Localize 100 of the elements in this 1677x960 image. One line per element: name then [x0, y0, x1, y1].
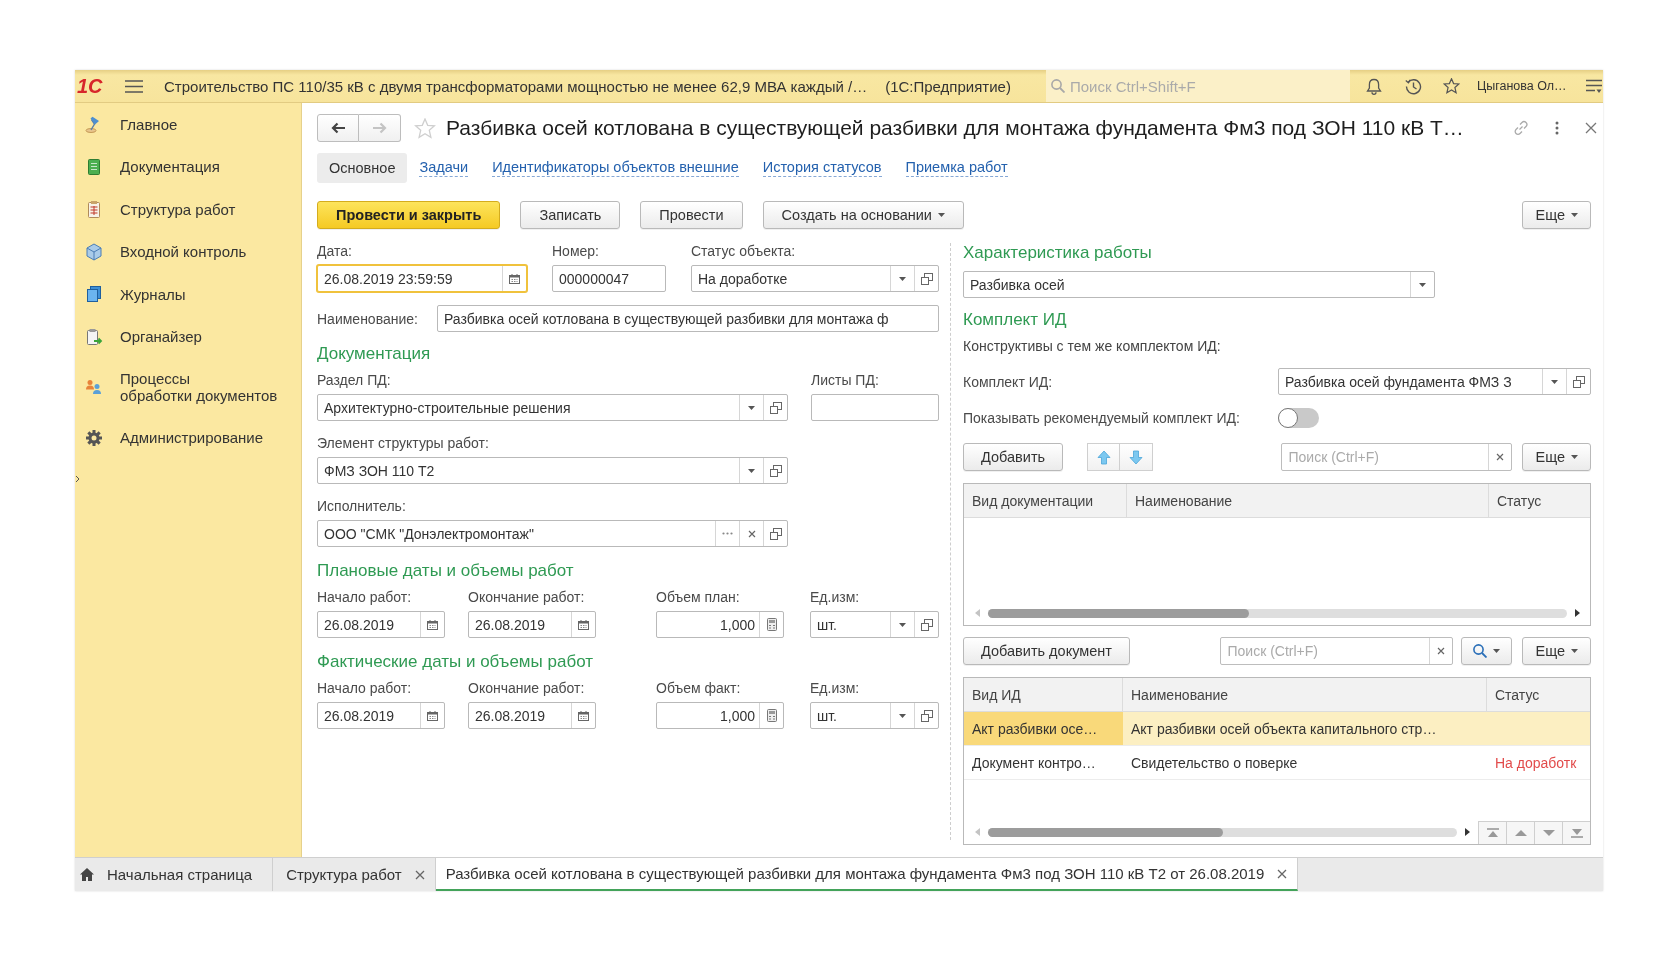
calendar-icon: [509, 273, 520, 284]
logo: 1С: [76, 73, 104, 99]
more-button[interactable]: Еще: [1522, 201, 1591, 229]
left-triangle-icon: [975, 828, 980, 836]
add-button[interactable]: Добавить: [963, 443, 1064, 471]
chevron-icon[interactable]: [75, 475, 80, 483]
date-field[interactable]: 26.08.2019: [317, 611, 445, 638]
sidebar-item[interactable]: Процессы обработки документов: [75, 358, 301, 417]
command-button[interactable]: Провести: [640, 201, 743, 229]
text-field[interactable]: Разбивка осей котлована в существующей разбивки для монтажа ф: [437, 305, 939, 332]
dropdown-field[interactable]: шт.: [810, 702, 939, 729]
caret-icon: [1493, 649, 1501, 653]
section-heading: Документация: [317, 344, 432, 364]
window-tab[interactable]: Начальная страница: [75, 858, 274, 891]
field-label: Элемент структуры работ:: [317, 435, 490, 451]
bell-icon[interactable]: [1366, 77, 1382, 95]
field-label: Статус объекта:: [691, 243, 797, 259]
close-icon[interactable]: [1585, 122, 1597, 134]
table-row[interactable]: Акт разбивки осе… Акт разбивки осей объекта капитального стр…: [964, 712, 1590, 746]
table-cell-text: Свидетельство о поверке: [1130, 753, 1299, 773]
text-field[interactable]: [811, 394, 939, 421]
sidebar-item[interactable]: Журналы: [75, 273, 301, 316]
menu-icon[interactable]: [125, 79, 143, 93]
dropdown-field[interactable]: шт.: [810, 611, 939, 638]
history-icon[interactable]: [1405, 77, 1422, 95]
date-field[interactable]: 26.08.2019: [468, 702, 596, 729]
calendar-icon: [427, 710, 438, 721]
field-label: Комплект ИД:: [963, 373, 1054, 390]
overlapping-squares-icon: [920, 618, 933, 631]
left-triangle-icon: [975, 609, 980, 617]
tab[interactable]: Основное: [317, 153, 408, 183]
down-arrow-icon: [1129, 449, 1144, 465]
horizontal-scrollbar[interactable]: [988, 608, 1567, 618]
dropdown-field[interactable]: ФМЗ ЗОН 110 Т2: [317, 457, 788, 484]
sidebar-item[interactable]: Документация: [75, 145, 301, 188]
sidebar-item[interactable]: Входной контроль: [75, 230, 301, 273]
caret-icon: [899, 276, 906, 281]
dropdown-button[interactable]: Создать на основании: [762, 201, 964, 229]
dropdown-field[interactable]: Разбивка осей фундамента ФМЗ З: [1278, 368, 1591, 395]
number-field[interactable]: 1,000: [656, 611, 784, 638]
close-icon[interactable]: [414, 869, 425, 880]
column-header[interactable]: Статус: [1489, 484, 1590, 517]
sidebar-item[interactable]: Администрирование: [75, 416, 301, 459]
user-name[interactable]: Цыганова Ол…: [1477, 79, 1569, 93]
people-icon: [85, 378, 103, 396]
tab[interactable]: Задачи: [407, 153, 481, 183]
text-field[interactable]: 000000047: [552, 265, 666, 292]
window-tab[interactable]: Структура работ: [273, 858, 436, 891]
table-cell: Акт разбивки осе…: [964, 712, 1123, 745]
date-field[interactable]: 26.08.2019: [468, 611, 596, 638]
tab[interactable]: Приемка работ: [893, 153, 1020, 183]
link-icon[interactable]: [1513, 120, 1529, 136]
column-header[interactable]: Вид ИД: [964, 678, 1123, 711]
toggle-switch[interactable]: [1278, 408, 1319, 428]
sidebar-item[interactable]: Главное: [75, 103, 301, 146]
scroll-up-button[interactable]: [1506, 821, 1534, 844]
star-icon[interactable]: [1443, 78, 1460, 94]
overlapping-squares-icon: [920, 709, 933, 722]
window-tab[interactable]: Разбивка осей котлована в существующей разбивки для монтажа фундамента Фм3 под ЗОН 110 кВ Т2 от 26.08.2019: [435, 858, 1299, 891]
date-field[interactable]: 26.08.2019: [317, 702, 445, 729]
command-button[interactable]: Записать: [520, 201, 621, 229]
column-header[interactable]: Наименование: [1123, 678, 1487, 711]
horizontal-scrollbar[interactable]: [988, 827, 1457, 837]
scroll-to-bottom-button[interactable]: [1562, 821, 1590, 844]
add-button[interactable]: Добавить документ: [963, 637, 1130, 665]
dropdown-field[interactable]: Разбивка осей: [963, 271, 1435, 298]
column-header[interactable]: Статус: [1487, 678, 1590, 711]
search-button[interactable]: [1461, 637, 1513, 665]
ellipsis-icon: [722, 532, 733, 535]
scroll-down-button[interactable]: [1534, 821, 1562, 844]
input-field[interactable]: ООО "СМК "Донэлектромонтаж": [317, 520, 788, 547]
menu-icon[interactable]: [1586, 78, 1602, 94]
column-header[interactable]: Наименование: [1127, 484, 1489, 517]
field-label: Раздел ПД:: [317, 372, 392, 388]
field-label: Показывать рекомендуемый комплект ИД:: [963, 410, 1241, 426]
more-button[interactable]: Еще: [1522, 443, 1591, 471]
move-down-button[interactable]: [1120, 443, 1154, 471]
table-row[interactable]: Документ контро… Свидетельство о поверке На доработк: [964, 746, 1590, 780]
dropdown-field[interactable]: Архитектурно-строительные решения: [317, 394, 788, 421]
dropdown-field[interactable]: На доработке: [691, 265, 939, 292]
tab[interactable]: История статусов: [750, 153, 894, 183]
field-label: Наименование:: [317, 310, 419, 327]
overlapping-squares-icon: [920, 272, 933, 285]
number-field[interactable]: 1,000: [656, 702, 784, 729]
sidebar-item[interactable]: Органайзер: [75, 315, 301, 358]
move-up-button[interactable]: [1087, 443, 1121, 471]
more-icon[interactable]: [1555, 121, 1559, 135]
date-field[interactable]: 26.08.2019 23:59:59: [317, 265, 527, 292]
primary-button[interactable]: Провести и закрыть: [317, 201, 501, 229]
overlapping-squares-icon: [769, 527, 782, 540]
more-button[interactable]: Еще: [1522, 637, 1591, 665]
column-header[interactable]: Вид документации: [964, 484, 1127, 517]
close-icon[interactable]: [1277, 868, 1288, 879]
back-button[interactable]: [317, 114, 359, 142]
field-label: Объем факт:: [656, 680, 742, 696]
sidebar-item[interactable]: Структура работ: [75, 188, 301, 231]
tab[interactable]: Идентификаторы объектов внешние: [480, 153, 751, 183]
field-label: Начало работ:: [317, 680, 413, 696]
scroll-to-top-button[interactable]: [1478, 821, 1506, 844]
calendar-icon: [578, 619, 589, 630]
